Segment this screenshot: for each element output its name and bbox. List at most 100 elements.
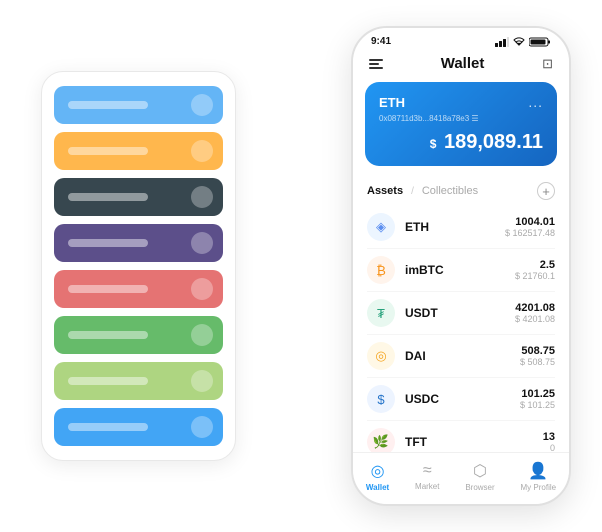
add-asset-button[interactable]: + — [537, 182, 555, 200]
asset-amount-value-tft: 13 — [543, 431, 555, 443]
menu-icon[interactable] — [369, 59, 383, 69]
nav-item-wallet[interactable]: ◎ Wallet — [366, 461, 389, 492]
asset-usd-tft: 0 — [543, 443, 555, 452]
stack-card-1[interactable] — [54, 132, 223, 170]
asset-amount-value-usdt: 4201.08 — [515, 302, 555, 314]
asset-item-usdt[interactable]: ₮ USDT 4201.08$ 4201.08 — [353, 292, 569, 334]
asset-item-usdc[interactable]: $ USDC 101.25$ 101.25 — [353, 378, 569, 420]
phone-body: ETH ... 0x08711d3b...8418a78e3 ☰ $ 189,0… — [353, 82, 569, 452]
asset-amounts-eth: 1004.01$ 162517.48 — [505, 216, 555, 238]
nav-item-market[interactable]: ≈ Market — [415, 462, 439, 491]
asset-info-imbtc: imBTC — [405, 263, 505, 277]
asset-name-dai: DAI — [405, 349, 510, 363]
tab-assets[interactable]: Assets — [367, 185, 403, 197]
stack-card-0[interactable] — [54, 86, 223, 124]
card-stack — [41, 71, 236, 461]
asset-amounts-usdc: 101.25$ 101.25 — [520, 388, 555, 410]
eth-card[interactable]: ETH ... 0x08711d3b...8418a78e3 ☰ $ 189,0… — [365, 82, 557, 166]
stack-card-icon-6 — [191, 370, 213, 392]
stack-card-2[interactable] — [54, 178, 223, 216]
asset-item-eth[interactable]: ◈ ETH 1004.01$ 162517.48 — [353, 206, 569, 248]
asset-icon-imbtc: ₿ — [367, 256, 395, 284]
nav-label-my-profile: My Profile — [521, 483, 557, 492]
asset-amount-value-usdc: 101.25 — [520, 388, 555, 400]
nav-label-market: Market — [415, 482, 439, 491]
nav-item-browser[interactable]: ⬡ Browser — [465, 461, 494, 492]
asset-amount-value-dai: 508.75 — [520, 345, 555, 357]
stack-card-text-1 — [68, 147, 148, 155]
asset-amounts-tft: 130 — [543, 431, 555, 452]
stack-card-icon-2 — [191, 186, 213, 208]
asset-usd-eth: $ 162517.48 — [505, 228, 555, 238]
stack-card-text-5 — [68, 331, 148, 339]
stack-card-text-3 — [68, 239, 148, 247]
stack-card-4[interactable] — [54, 270, 223, 308]
tab-separator: / — [411, 186, 414, 197]
asset-info-tft: TFT — [405, 435, 533, 449]
signal-icon — [495, 37, 509, 47]
tab-collectibles[interactable]: Collectibles — [422, 185, 478, 197]
stack-card-6[interactable] — [54, 362, 223, 400]
stack-card-7[interactable] — [54, 408, 223, 446]
stack-card-text-7 — [68, 423, 148, 431]
eth-balance: $ 189,089.11 — [379, 131, 543, 154]
asset-icon-dai: ◎ — [367, 342, 395, 370]
asset-info-usdt: USDT — [405, 306, 505, 320]
asset-list: ◈ ETH 1004.01$ 162517.48 ₿ imBTC 2.5$ 21760.1… — [353, 206, 569, 452]
asset-amounts-imbtc: 2.5$ 21760.1 — [515, 259, 555, 281]
assets-header: Assets / Collectibles + — [353, 176, 569, 206]
stack-card-icon-3 — [191, 232, 213, 254]
asset-usd-usdt: $ 4201.08 — [515, 314, 555, 324]
assets-tabs: Assets / Collectibles — [367, 185, 478, 197]
stack-card-icon-5 — [191, 324, 213, 346]
asset-icon-usdc: $ — [367, 385, 395, 413]
asset-amount-value-eth: 1004.01 — [505, 216, 555, 228]
asset-usd-dai: $ 508.75 — [520, 357, 555, 367]
asset-icon-eth: ◈ — [367, 213, 395, 241]
stack-card-icon-1 — [191, 140, 213, 162]
eth-balance-value: 189,089.11 — [444, 131, 543, 153]
stack-card-text-0 — [68, 101, 148, 109]
wifi-icon — [513, 37, 525, 47]
asset-name-usdc: USDC — [405, 392, 510, 406]
asset-usd-imbtc: $ 21760.1 — [515, 271, 555, 281]
asset-info-dai: DAI — [405, 349, 510, 363]
nav-icon-market: ≈ — [423, 462, 432, 480]
asset-item-dai[interactable]: ◎ DAI 508.75$ 508.75 — [353, 335, 569, 377]
asset-name-imbtc: imBTC — [405, 263, 505, 277]
eth-address: 0x08711d3b...8418a78e3 ☰ — [379, 114, 543, 123]
asset-amounts-dai: 508.75$ 508.75 — [520, 345, 555, 367]
asset-usd-usdc: $ 101.25 — [520, 400, 555, 410]
status-icons — [495, 37, 551, 47]
nav-icon-browser: ⬡ — [473, 461, 487, 481]
asset-item-tft[interactable]: 🌿TFT130 — [353, 421, 569, 452]
phone-header: Wallet ⊡ — [353, 51, 569, 82]
nav-icon-wallet: ◎ — [371, 461, 385, 481]
battery-icon — [529, 37, 551, 47]
bottom-nav: ◎ Wallet ≈ Market ⬡ Browser 👤 My Profile — [353, 452, 569, 504]
eth-balance-symbol: $ — [430, 137, 437, 151]
asset-info-eth: ETH — [405, 220, 495, 234]
eth-more-dots[interactable]: ... — [528, 94, 543, 110]
asset-item-imbtc[interactable]: ₿ imBTC 2.5$ 21760.1 — [353, 249, 569, 291]
asset-name-eth: ETH — [405, 220, 495, 234]
stack-card-text-2 — [68, 193, 148, 201]
asset-info-usdc: USDC — [405, 392, 510, 406]
stack-card-icon-0 — [191, 94, 213, 116]
wallet-title: Wallet — [441, 55, 485, 72]
eth-card-header: ETH ... — [379, 94, 543, 110]
stack-card-text-6 — [68, 377, 148, 385]
stack-card-icon-4 — [191, 278, 213, 300]
asset-name-tft: TFT — [405, 435, 533, 449]
stack-card-5[interactable] — [54, 316, 223, 354]
stack-card-3[interactable] — [54, 224, 223, 262]
stack-card-text-4 — [68, 285, 148, 293]
expand-icon[interactable]: ⊡ — [542, 56, 553, 72]
asset-icon-usdt: ₮ — [367, 299, 395, 327]
nav-icon-my-profile: 👤 — [528, 461, 548, 481]
nav-label-wallet: Wallet — [366, 483, 389, 492]
time-label: 9:41 — [371, 36, 391, 47]
nav-label-browser: Browser — [465, 483, 494, 492]
asset-amount-value-imbtc: 2.5 — [515, 259, 555, 271]
nav-item-my-profile[interactable]: 👤 My Profile — [521, 461, 557, 492]
